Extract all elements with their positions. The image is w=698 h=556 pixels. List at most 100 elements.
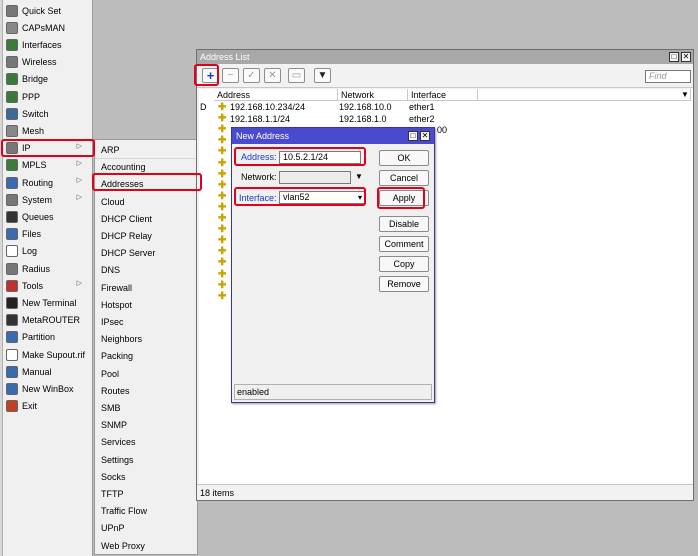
address-field[interactable]: 10.5.2.1/24	[279, 151, 361, 164]
submenu-item-hotspot[interactable]: Hotspot	[95, 297, 197, 314]
address-icon: ✚	[218, 146, 227, 158]
column-header-address[interactable]: Address	[214, 89, 338, 101]
remove-icon[interactable]: −	[222, 68, 239, 83]
column-menu-icon[interactable]: ▼	[681, 90, 689, 99]
menu-item-manual[interactable]: Manual	[4, 363, 90, 380]
comment-icon[interactable]: ▭	[288, 68, 305, 83]
submenu-item-socks[interactable]: Socks	[95, 469, 197, 486]
menu-item-label: Exit	[22, 401, 38, 412]
submenu-item-upnp[interactable]: UPnP	[95, 520, 197, 537]
menu-item-partition[interactable]: Partition	[4, 329, 90, 346]
apply-button[interactable]: Apply	[379, 190, 429, 206]
disable-button[interactable]: Disable	[379, 216, 429, 232]
submenu-item-services[interactable]: Services	[95, 434, 197, 451]
menu-item-bridge[interactable]: Bridge	[4, 71, 90, 88]
menu-item-system[interactable]: System ▷	[4, 191, 90, 208]
menu-item-ppp[interactable]: PPP	[4, 88, 90, 105]
menu-item-switch[interactable]: Switch	[4, 105, 90, 122]
submenu-item-ipsec[interactable]: IPsec	[95, 314, 197, 331]
ok-button[interactable]: OK	[379, 150, 429, 166]
submenu-item-routes[interactable]: Routes	[95, 383, 197, 400]
menu-item-queues[interactable]: Queues	[4, 208, 90, 225]
submenu-item-snmp[interactable]: SNMP	[95, 417, 197, 434]
table-row[interactable]: D 192.168.10.234/24 192.168.10.0 ether1	[199, 101, 479, 113]
network-dropdown-icon[interactable]: ▼	[355, 172, 363, 181]
cancel-button[interactable]: Cancel	[379, 170, 429, 186]
address-icon: ✚	[218, 290, 227, 302]
submenu-item-pool[interactable]: Pool	[95, 366, 197, 383]
submenu-arrow-icon: ▷	[76, 177, 82, 184]
menu-item-wireless[interactable]: Wireless	[4, 54, 90, 71]
network-field[interactable]	[279, 171, 351, 184]
menu-item-tools[interactable]: Tools ▷	[4, 277, 90, 294]
menu-item-mesh[interactable]: Mesh	[4, 122, 90, 139]
menu-item-capsman[interactable]: CAPsMAN	[4, 19, 90, 36]
menu-item-label: New Terminal	[22, 297, 77, 308]
menu-item-mpls[interactable]: MPLS ▷	[4, 157, 90, 174]
submenu-item-addresses[interactable]: Addresses	[95, 176, 197, 193]
submenu-item-dhcp-relay[interactable]: DHCP Relay	[95, 228, 197, 245]
close-icon[interactable]: ✕	[681, 52, 691, 62]
disable-icon[interactable]: ✕	[264, 68, 281, 83]
menu-item-make-supout-rif[interactable]: Make Supout.rif	[4, 346, 90, 363]
remove-button[interactable]: Remove	[379, 276, 429, 292]
column-header-empty	[478, 89, 691, 101]
address-icon: ✚	[218, 201, 227, 213]
submenu-item-arp[interactable]: ARP	[95, 142, 197, 159]
address-list-titlebar[interactable]: Address List □ ✕	[197, 50, 693, 64]
metarouter-icon	[6, 314, 18, 327]
network-label: Network:	[241, 172, 277, 182]
menu-item-new-winbox[interactable]: New WinBox	[4, 380, 90, 397]
menu-item-new-terminal[interactable]: New Terminal	[4, 294, 90, 311]
menu-item-label: Switch	[22, 108, 49, 119]
menu-item-quick-set[interactable]: Quick Set	[4, 2, 90, 19]
submenu-item-cloud[interactable]: Cloud	[95, 194, 197, 211]
dialog-status: enabled	[234, 384, 432, 400]
enable-icon[interactable]: ✓	[243, 68, 260, 83]
table-row[interactable]: 192.168.1.1/24 192.168.1.0 ether2	[199, 113, 479, 125]
column-header-network[interactable]: Network	[338, 89, 408, 101]
find-input[interactable]: Find	[645, 70, 691, 83]
submenu-item-packing[interactable]: Packing	[95, 348, 197, 365]
submenu-item-neighbors[interactable]: Neighbors	[95, 331, 197, 348]
maximize-icon[interactable]: □	[669, 52, 679, 62]
dialog-titlebar[interactable]: New Address □ ✕	[232, 128, 434, 144]
menu-item-radius[interactable]: Radius	[4, 260, 90, 277]
comment-button[interactable]: Comment	[379, 236, 429, 252]
dialog-close-icon[interactable]: ✕	[420, 131, 430, 141]
menu-item-ip[interactable]: IP ▷	[4, 140, 90, 157]
column-header-interface[interactable]: Interface	[408, 89, 478, 101]
filter-icon[interactable]: ▼	[314, 68, 331, 83]
menu-item-label: Mesh	[22, 125, 45, 136]
submenu-item-dhcp-client[interactable]: DHCP Client	[95, 211, 197, 228]
submenu-item-firewall[interactable]: Firewall	[95, 280, 197, 297]
dialog-maximize-icon[interactable]: □	[408, 131, 418, 141]
menu-item-exit[interactable]: Exit	[4, 398, 90, 415]
submenu-item-settings[interactable]: Settings	[95, 452, 197, 469]
menu-item-label: Manual	[22, 366, 52, 377]
submenu-item-accounting[interactable]: Accounting	[95, 159, 197, 176]
queues-icon	[6, 210, 18, 223]
menu-item-label: Queues	[22, 211, 54, 222]
menu-item-metarouter[interactable]: MetaROUTER	[4, 312, 90, 329]
menu-item-label: Make Supout.rif	[22, 349, 86, 360]
menu-item-files[interactable]: Files	[4, 226, 90, 243]
add-icon[interactable]: +	[202, 68, 219, 83]
address-icon: ✚	[218, 224, 227, 236]
interface-dropdown-icon[interactable]: ▾	[358, 192, 362, 203]
menu-item-log[interactable]: Log	[4, 243, 90, 260]
menu-item-label: Radius	[22, 263, 51, 274]
copy-button[interactable]: Copy	[379, 256, 429, 272]
submenu-item-smb[interactable]: SMB	[95, 400, 197, 417]
address-icon: ✚	[218, 168, 227, 180]
menu-item-interfaces[interactable]: Interfaces	[4, 36, 90, 53]
submenu-arrow-icon: ▷	[76, 280, 82, 288]
menu-item-routing[interactable]: Routing ▷	[4, 174, 90, 191]
submenu-item-tftp[interactable]: TFTP	[95, 486, 197, 503]
submenu-item-dhcp-server[interactable]: DHCP Server	[95, 245, 197, 262]
menu-item-label: Quick Set	[22, 5, 62, 16]
submenu-item-web-proxy[interactable]: Web Proxy	[95, 538, 197, 555]
submenu-item-dns[interactable]: DNS	[95, 262, 197, 279]
interface-select[interactable]: vlan52 ▾	[279, 191, 365, 204]
submenu-item-traffic-flow[interactable]: Traffic Flow	[95, 503, 197, 520]
